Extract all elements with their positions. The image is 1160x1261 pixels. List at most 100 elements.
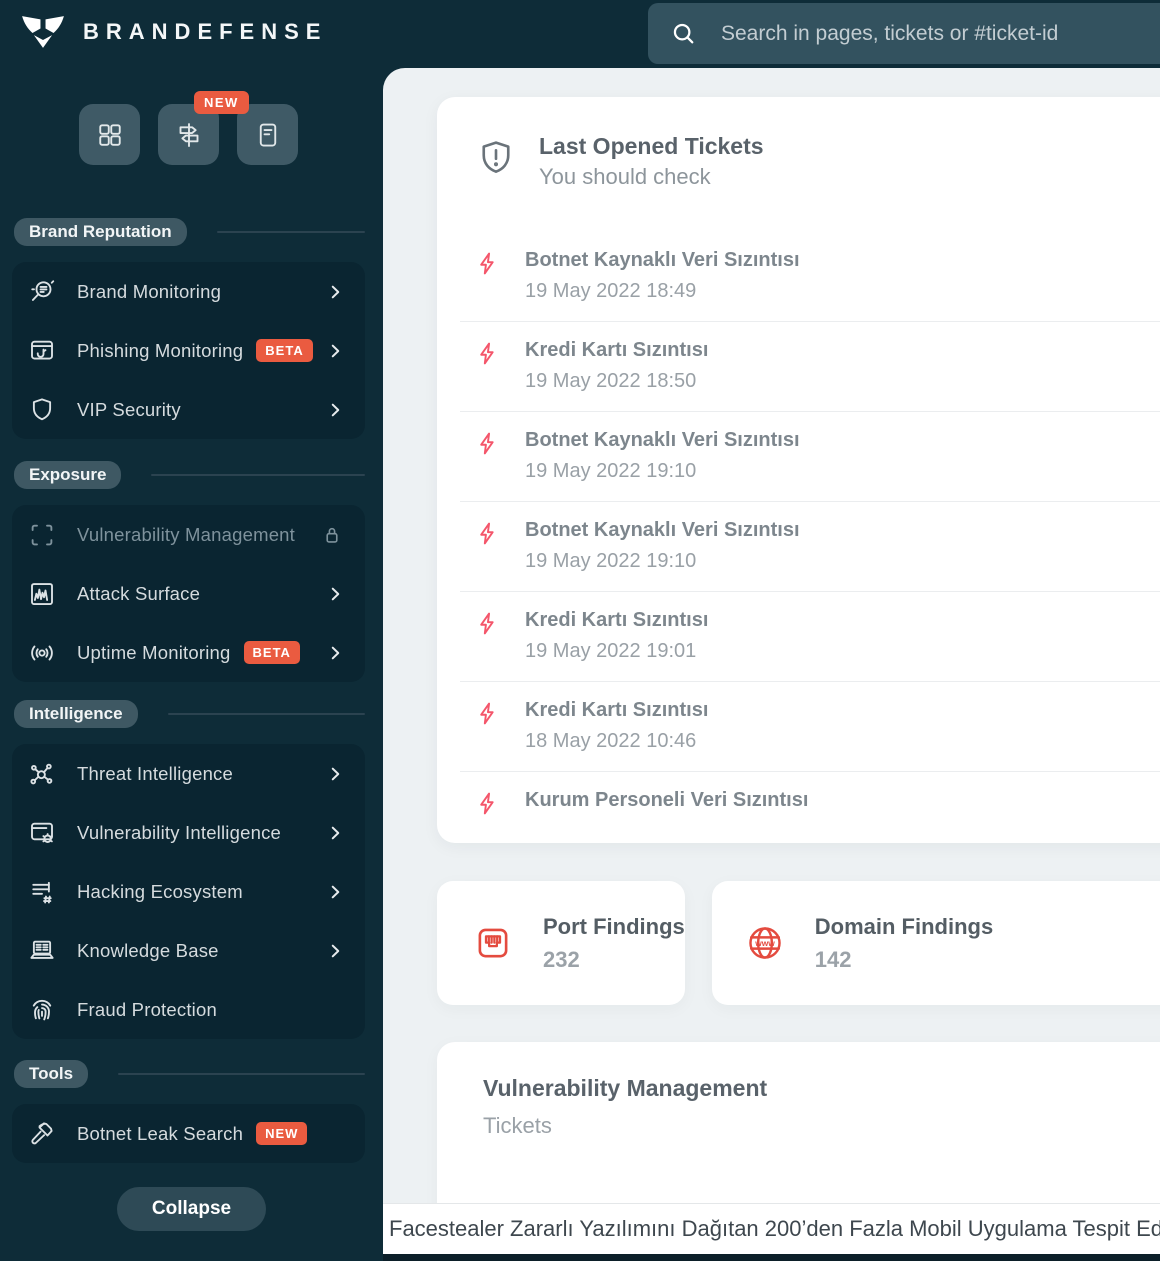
sidebar-item-label: Attack Surface [77, 582, 201, 604]
port-icon [472, 922, 514, 964]
ticket-row[interactable]: Botnet Kaynaklı Veri Sızıntısı 19 May 20… [460, 232, 1160, 322]
bolt-icon [474, 520, 501, 547]
section-panel-tools: Botnet Leak Search NEW [12, 1104, 365, 1163]
shield-alert-icon [475, 133, 517, 190]
bolt-icon [474, 610, 501, 637]
chevron-right-icon [325, 282, 345, 302]
app-window: BRANDEFENSE NEW [0, 0, 1160, 1261]
vip-security-icon [27, 395, 57, 425]
chevron-right-icon [325, 643, 345, 663]
ticket-row[interactable]: Kurum Personeli Veri Sızıntısı [460, 772, 1160, 835]
chevron-right-icon [325, 584, 345, 604]
collapse-sidebar-button[interactable]: Collapse [117, 1187, 266, 1231]
sidebar-item-label: Botnet Leak Search [77, 1122, 244, 1144]
sidebar-item-label: Vulnerability Management [77, 523, 296, 545]
ticket-row[interactable]: Kredi Kartı Sızıntısı 19 May 2022 18:50 [460, 322, 1160, 412]
quick-action-button[interactable] [79, 104, 140, 165]
sidebar-item[interactable]: Brand Monitoring [12, 262, 365, 321]
sidebar-item[interactable]: VIP Security [12, 380, 365, 439]
sidebar-item[interactable]: Vulnerability Intelligence [12, 803, 365, 862]
section-panel-exposure: Vulnerability Management Attack Surface … [12, 505, 365, 682]
phishing-monitoring-icon [27, 336, 57, 366]
ticket-list: Botnet Kaynaklı Veri Sızıntısı 19 May 20… [460, 232, 1160, 835]
section-divider [118, 1073, 365, 1075]
sidebar-item[interactable]: Hacking Ecosystem [12, 862, 365, 921]
quick-actions: NEW [79, 91, 383, 165]
ticket-row[interactable]: Kredi Kartı Sızıntısı 18 May 2022 10:46 [460, 682, 1160, 772]
last-opened-tickets-card: Last Opened Tickets You should check Bot… [437, 97, 1160, 843]
bolt-icon [474, 700, 501, 727]
ticket-row[interactable]: Kredi Kartı Sızıntısı 19 May 2022 19:01 [460, 592, 1160, 682]
ticket-date: 19 May 2022 19:01 [525, 640, 697, 662]
note-icon [253, 120, 283, 150]
section-label: Brand Reputation [14, 218, 187, 246]
quick-action-button[interactable]: NEW [158, 91, 249, 165]
sidebar-item-label: Fraud Protection [77, 998, 217, 1020]
svg-text:www: www [754, 938, 775, 948]
brand-name: BRANDEFENSE [83, 19, 328, 44]
vulnerability-management-icon [27, 520, 57, 550]
ticket-row[interactable]: Botnet Kaynaklı Veri Sızıntısı 19 May 20… [460, 502, 1160, 592]
chevron-right-icon [325, 941, 345, 961]
ticket-row[interactable]: Botnet Kaynaklı Veri Sızıntısı 19 May 20… [460, 412, 1160, 502]
sidebar-item-label: Uptime Monitoring [77, 641, 231, 663]
quick-action-button[interactable] [237, 104, 298, 165]
section-panel-brand-reputation: Brand Monitoring Phishing Monitoring BET… [12, 262, 365, 439]
bolt-icon [474, 250, 501, 277]
sidebar-item-label: Threat Intelligence [77, 762, 234, 784]
domain-icon: www [744, 922, 786, 964]
bolt-icon [474, 790, 501, 817]
ticket-date: 19 May 2022 18:50 [525, 370, 697, 392]
card-title: Last Opened Tickets [539, 133, 764, 159]
global-search [648, 3, 1160, 64]
ticket-title: Kurum Personeli Veri Sızıntısı [525, 789, 809, 811]
sidebar-item[interactable]: Phishing Monitoring BETA [12, 321, 365, 380]
card-header: Last Opened Tickets You should check [475, 133, 1160, 190]
sidebar-item[interactable]: Fraud Protection [12, 980, 365, 1039]
uptime-monitoring-icon [27, 638, 57, 668]
beta-badge: BETA [243, 641, 300, 664]
ticket-title: Kredi Kartı Sızıntısı [525, 339, 709, 361]
chevron-right-icon [325, 400, 345, 420]
sidebar-item[interactable]: Attack Surface [12, 564, 365, 623]
sidebar-item-label: VIP Security [77, 398, 181, 420]
stat-value: 142 [814, 946, 852, 972]
stat-card[interactable]: Port Findings 232 [437, 881, 685, 1005]
sidebar-item[interactable]: Knowledge Base [12, 921, 365, 980]
bottom-edge [383, 1254, 1160, 1261]
stat-card[interactable]: www Domain Findings 142 [711, 881, 1160, 1005]
card-title: Vulnerability Management [483, 1075, 768, 1101]
sidebar-item-label: Phishing Monitoring [77, 339, 244, 361]
ticket-date: 19 May 2022 19:10 [525, 550, 697, 572]
botnet-leak-search-icon [27, 1119, 57, 1149]
section-divider [167, 713, 365, 715]
ticket-title: Kredi Kartı Sızıntısı [525, 609, 709, 631]
ticket-title: Botnet Kaynaklı Veri Sızıntısı [525, 249, 800, 271]
ticker-text: Facestealer Zararlı Yazılımını Dağıtan 2… [389, 1216, 1160, 1241]
stat-title: Port Findings [543, 913, 685, 939]
sidebar-item[interactable]: Botnet Leak Search NEW [12, 1104, 365, 1163]
bolt-icon [474, 340, 501, 367]
news-ticker[interactable]: Facestealer Zararlı Yazılımını Dağıtan 2… [383, 1204, 1160, 1254]
threat-intelligence-icon [27, 759, 57, 789]
sidebar-item-label: Brand Monitoring [77, 280, 222, 302]
section-panel-intelligence: Threat Intelligence Vulnerability Intell… [12, 744, 365, 1039]
sidebar-item[interactable]: Uptime Monitoring BETA [12, 623, 365, 682]
lock-icon [319, 522, 345, 548]
sidebar-item-label: Knowledge Base [77, 939, 219, 961]
search-input[interactable] [721, 21, 1160, 46]
sidebar-item[interactable]: Threat Intelligence [12, 744, 365, 803]
chevron-right-icon [325, 882, 345, 902]
knowledge-base-icon [27, 936, 57, 966]
brand-logo-mark [22, 16, 64, 48]
sidebar-item-label: Vulnerability Intelligence [77, 821, 282, 843]
stats-row: Port Findings 232 www Domain Findings 14… [437, 881, 1160, 1005]
sidebar-item[interactable]: Vulnerability Management [12, 505, 365, 564]
ticket-date: 19 May 2022 18:49 [525, 280, 697, 302]
search-icon [670, 20, 697, 47]
ticket-date: 19 May 2022 19:10 [525, 460, 697, 482]
new-badge: NEW [256, 1122, 308, 1145]
brand-logo[interactable]: BRANDEFENSE [20, 13, 327, 51]
chevron-right-icon [325, 341, 345, 361]
card-subtitle: You should check [539, 164, 711, 189]
